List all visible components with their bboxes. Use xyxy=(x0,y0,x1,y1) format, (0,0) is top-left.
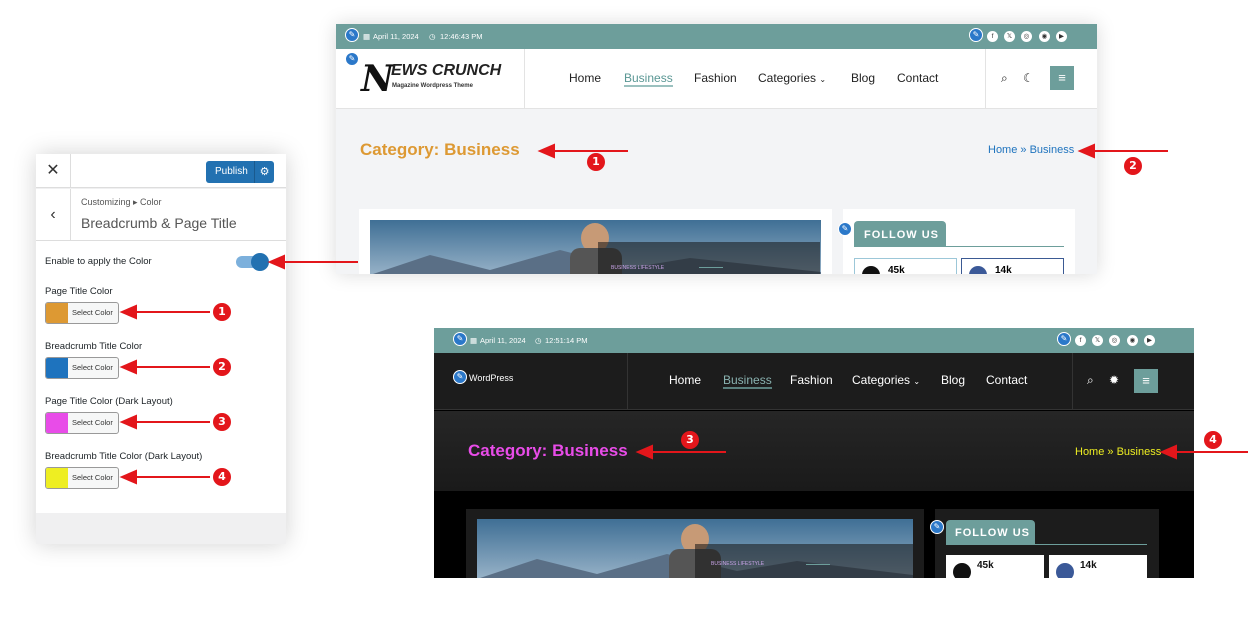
annotation-arrowhead xyxy=(1159,444,1177,460)
annotation-arrowhead xyxy=(119,359,137,375)
annotation-arrows xyxy=(119,143,1248,485)
annotation-arrowhead xyxy=(1077,143,1095,159)
annotation-arrowhead xyxy=(635,444,653,460)
annotation-arrowhead xyxy=(119,304,137,320)
annotation-arrowhead xyxy=(267,254,285,270)
annotation-arrowhead xyxy=(119,469,137,485)
annotation-arrowhead xyxy=(537,143,555,159)
annotation-arrowhead xyxy=(119,414,137,430)
